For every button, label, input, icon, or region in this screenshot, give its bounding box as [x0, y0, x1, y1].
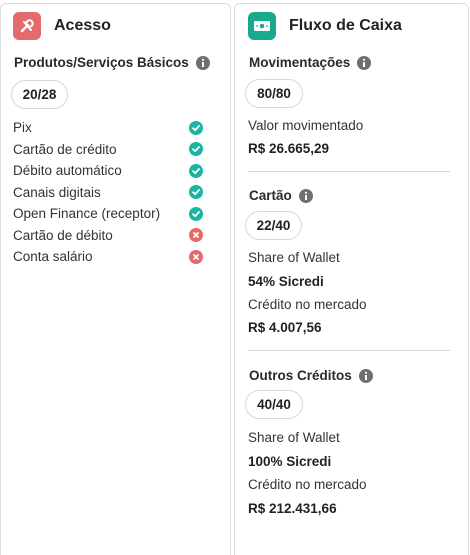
list-item: Débito automático	[13, 160, 203, 182]
movimentacoes-score-badge: 80/80	[245, 79, 303, 108]
info-icon[interactable]	[298, 188, 313, 203]
movimentacoes-score: 80/80	[257, 86, 291, 101]
produtos-section-title: Produtos/Serviços Básicos	[14, 55, 210, 70]
divider	[248, 350, 450, 351]
cross-icon	[189, 249, 203, 264]
movimentacoes-label: Movimentações	[249, 55, 351, 70]
outros-credit-value: R$ 212.431,66	[248, 501, 337, 516]
produtos-section-label: Produtos/Serviços Básicos	[14, 55, 189, 70]
list-item: Cartão de débito	[13, 225, 203, 247]
outros-score-badge: 40/40	[245, 390, 303, 419]
outros-label: Outros Créditos	[249, 368, 352, 383]
acesso-header: Acesso	[13, 12, 111, 40]
cartao-share-label: Share of Wallet	[248, 250, 340, 265]
list-item: Conta salário	[13, 246, 203, 268]
fluxo-title: Fluxo de Caixa	[289, 17, 402, 34]
cartao-share-value: 54% Sicredi	[248, 274, 324, 289]
list-item: Canais digitais	[13, 182, 203, 204]
info-icon[interactable]	[358, 368, 373, 383]
list-item-label: Open Finance (receptor)	[13, 206, 161, 222]
acesso-score: 20/28	[22, 87, 57, 102]
produtos-list: Pix Cartão de crédito Débito automático …	[13, 117, 203, 268]
cartao-label: Cartão	[249, 188, 292, 203]
cash-icon	[248, 12, 276, 40]
movimentacoes-section-title: Movimentações	[249, 55, 372, 70]
fluxo-header: Fluxo de Caixa	[248, 12, 402, 40]
cartao-score-badge: 22/40	[245, 211, 302, 240]
outros-share-label: Share of Wallet	[248, 430, 340, 445]
list-item-label: Conta salário	[13, 249, 93, 265]
info-icon[interactable]	[357, 55, 372, 70]
cartao-section-title: Cartão	[249, 188, 313, 203]
cartao-score: 22/40	[256, 218, 291, 233]
outros-share-value: 100% Sicredi	[248, 454, 332, 469]
list-item: Cartão de crédito	[13, 139, 203, 161]
list-item-label: Canais digitais	[13, 184, 101, 200]
list-item: Open Finance (receptor)	[13, 203, 203, 225]
info-icon[interactable]	[195, 55, 210, 70]
check-icon	[189, 120, 203, 135]
list-item-label: Débito automático	[13, 163, 122, 179]
list-item-label: Pix	[13, 120, 32, 136]
list-item-label: Cartão de crédito	[13, 141, 117, 157]
check-icon	[189, 185, 203, 200]
list-item-label: Cartão de débito	[13, 227, 113, 243]
tools-icon	[13, 12, 41, 40]
valor-movimentado-value: R$ 26.665,29	[248, 141, 330, 156]
valor-movimentado-label: Valor movimentado	[248, 118, 364, 133]
cartao-credit-value: R$ 4.007,56	[248, 320, 322, 335]
check-icon	[189, 142, 203, 157]
outros-score: 40/40	[257, 397, 291, 412]
check-icon	[189, 163, 203, 178]
acesso-score-badge: 20/28	[11, 80, 68, 109]
check-icon	[189, 206, 203, 221]
cartao-credit-label: Crédito no mercado	[248, 297, 367, 312]
acesso-title: Acesso	[54, 17, 111, 34]
divider	[248, 171, 450, 172]
outros-section-title: Outros Créditos	[249, 368, 373, 383]
outros-credit-label: Crédito no mercado	[248, 477, 367, 492]
cross-icon	[189, 228, 203, 243]
list-item: Pix	[13, 117, 203, 139]
